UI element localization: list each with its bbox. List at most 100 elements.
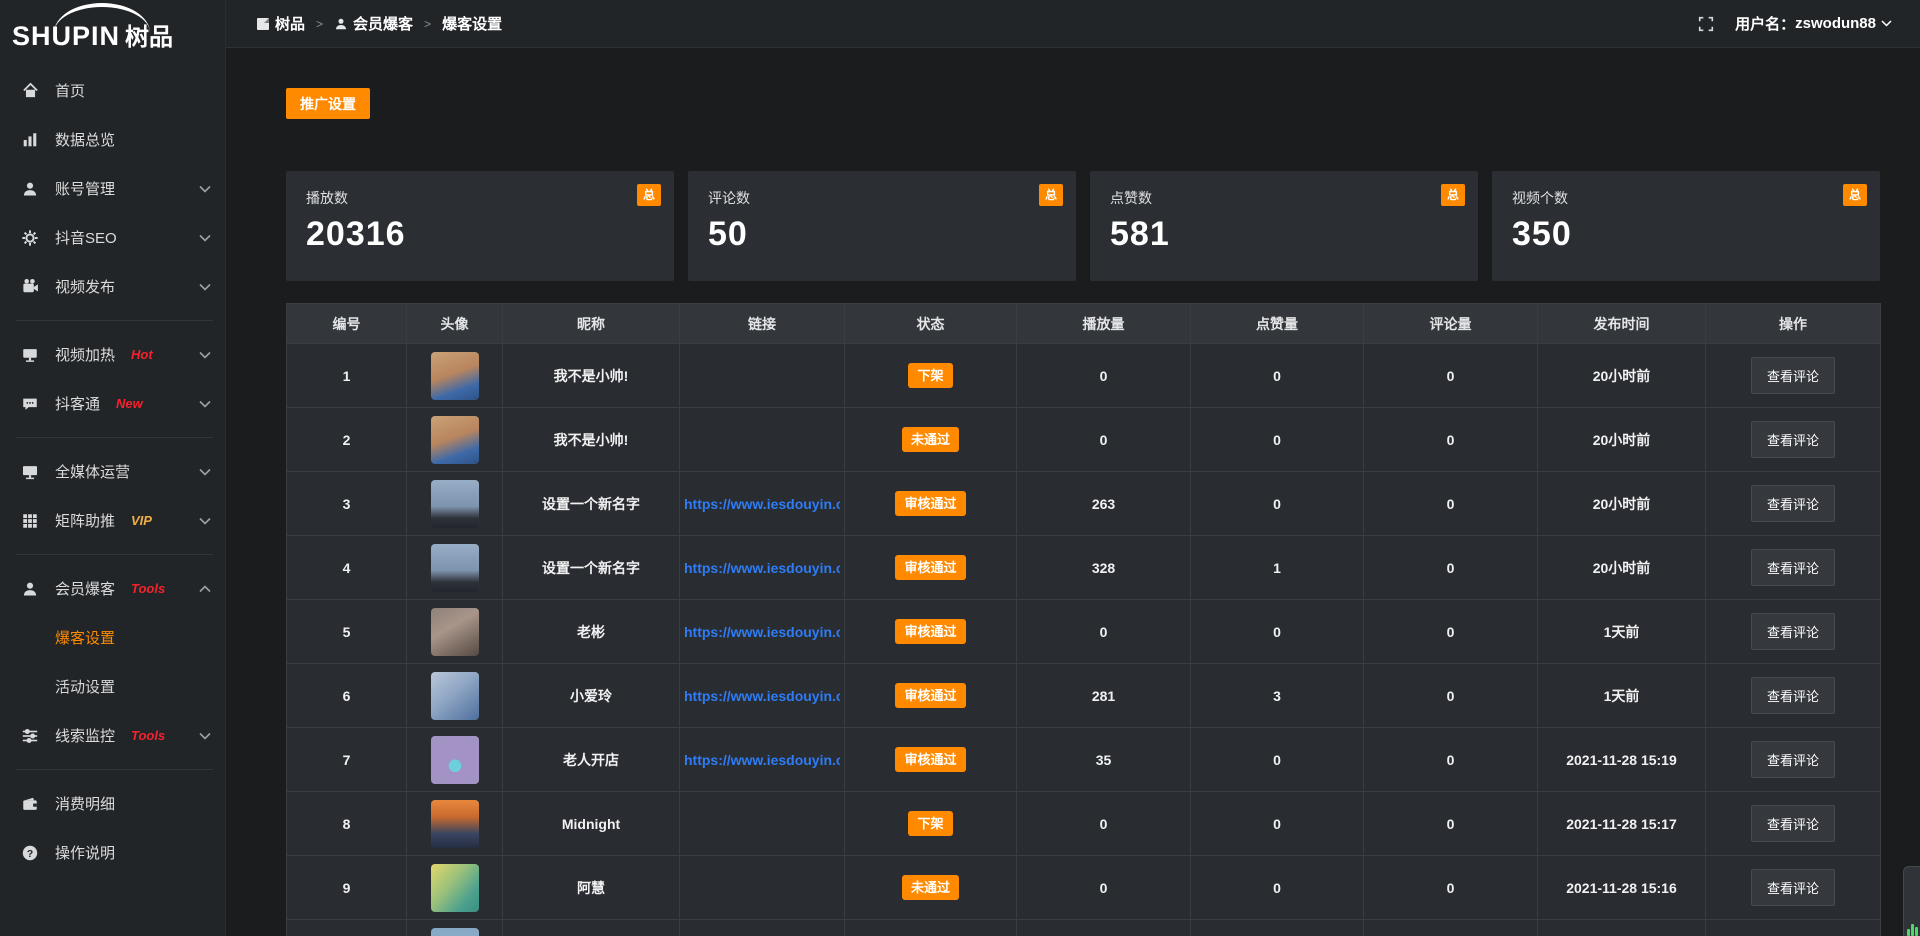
view-comments-button[interactable]: 查看评论 (1751, 869, 1835, 906)
stat-card: 播放数20316总 (286, 171, 674, 281)
user-menu[interactable]: 用户名：zswodun88 (1735, 13, 1892, 34)
cell-id: 1 (287, 344, 407, 408)
cell-comments: 0 (1364, 664, 1538, 728)
view-comments-button[interactable]: 查看评论 (1751, 741, 1835, 778)
videos-table: 编号头像昵称链接状态播放量点赞量评论量发布时间操作 1我不是小帅!下架00020… (286, 303, 1881, 936)
breadcrumb-item-shupin[interactable]: 树品 (256, 13, 305, 34)
view-comments-button[interactable]: 查看评论 (1751, 677, 1835, 714)
cell-nickname: 小爱玲 (503, 664, 680, 728)
table-row: 4设置一个新名字https://www.iesdouyin.c审核通过32810… (287, 536, 1881, 600)
view-comments-button[interactable]: 查看评论 (1751, 357, 1835, 394)
topbar: 树品>会员爆客>爆客设置 用户名：zswodun88 (226, 0, 1920, 48)
cell-comments: 0 (1364, 792, 1538, 856)
user-icon (334, 17, 348, 31)
view-comments-button[interactable]: 查看评论 (1751, 485, 1835, 522)
total-badge: 总 (1441, 184, 1465, 206)
sidebar-item-douketong[interactable]: 抖客通New (0, 379, 225, 428)
sidebar-item-clue-monitor[interactable]: 线索监控Tools (0, 711, 225, 760)
sidebar-item-media-operation[interactable]: 全媒体运营 (0, 447, 225, 496)
status-badge: 审核通过 (895, 747, 965, 772)
cell-likes: 1 (1191, 536, 1364, 600)
cell-plays: 0 (1017, 792, 1191, 856)
app-logo[interactable]: SHUPIN 树品 (0, 0, 225, 56)
cell-id: 2 (287, 408, 407, 472)
breadcrumb-item-member-baoke[interactable]: 会员爆客 (334, 13, 413, 34)
member-icon (20, 579, 40, 599)
cell-action: 查看评论 (1706, 472, 1881, 536)
table-row: 5老彬https://www.iesdouyin.c审核通过0001天前查看评论 (287, 600, 1881, 664)
cell-avatar (407, 728, 503, 792)
cell-avatar (407, 664, 503, 728)
cell-nickname: 老彬 (503, 600, 680, 664)
sidebar-item-data-overview[interactable]: 数据总览 (0, 115, 225, 164)
cell-time: 20小时前 (1538, 408, 1706, 472)
cell-time: 2021-11-28 15:19 (1538, 728, 1706, 792)
fullscreen-icon[interactable] (1697, 15, 1715, 33)
sidebar-item-label: 视频加热 (55, 344, 115, 365)
cell-plays: 35 (1017, 728, 1191, 792)
floating-helper-widget[interactable] (1903, 866, 1920, 936)
sidebar-item-member-baoke[interactable]: 会员爆客Tools (0, 564, 225, 613)
cell-nickname: 老人开店 (503, 728, 680, 792)
cell-link: https://www.iesdouyin.c (680, 472, 845, 536)
total-badge: 总 (1039, 184, 1063, 206)
breadcrumb-separator: > (316, 17, 323, 31)
cell-status: 审核通过 (845, 728, 1017, 792)
column-header: 评论量 (1364, 304, 1538, 344)
cell-time: 1天前 (1538, 664, 1706, 728)
cell-plays: 0 (1017, 600, 1191, 664)
cell-avatar (407, 600, 503, 664)
sidebar-item-tag: VIP (131, 513, 152, 528)
cell-likes: 0 (1191, 408, 1364, 472)
monitor-icon (20, 462, 40, 482)
sidebar-item-matrix-boost[interactable]: 矩阵助推 VIP (0, 496, 225, 545)
cell-id: 9 (287, 856, 407, 920)
sidebar-item-consume-detail[interactable]: 消费明细 (0, 779, 225, 828)
cell-plays: 263 (1017, 472, 1191, 536)
cell-action: 查看评论 (1706, 408, 1881, 472)
view-comments-button[interactable]: 查看评论 (1751, 549, 1835, 586)
view-comments-button[interactable]: 查看评论 (1751, 421, 1835, 458)
cell-link: https://www.iesdouyin.c (680, 600, 845, 664)
video-link[interactable]: https://www.iesdouyin.c (684, 624, 840, 640)
sidebar-item-account-manage[interactable]: 账号管理 (0, 164, 225, 213)
sidebar-item-label: 视频发布 (55, 276, 115, 297)
video-icon (20, 277, 40, 297)
status-badge: 审核通过 (895, 683, 965, 708)
breadcrumb-item-baoke-settings[interactable]: 爆客设置 (442, 13, 502, 34)
column-header: 状态 (845, 304, 1017, 344)
video-link[interactable]: https://www.iesdouyin.c (684, 752, 840, 768)
cell-status: 审核通过 (845, 664, 1017, 728)
stat-card: 视频个数350总 (1492, 171, 1880, 281)
video-link[interactable]: https://www.iesdouyin.c (684, 496, 840, 512)
view-comments-button[interactable]: 查看评论 (1751, 613, 1835, 650)
sidebar-item-douyin-seo[interactable]: 抖音SEO (0, 213, 225, 262)
sidebar-item-home[interactable]: 首页 (0, 66, 225, 115)
status-badge: 未通过 (902, 875, 959, 900)
cell-id (287, 920, 407, 936)
video-link[interactable]: https://www.iesdouyin.c (684, 560, 840, 576)
view-comments-button[interactable]: 查看评论 (1751, 805, 1835, 842)
video-link[interactable]: https://www.iesdouyin.c (684, 688, 840, 704)
chevron-down-icon (199, 351, 211, 359)
cell-time: 20小时前 (1538, 344, 1706, 408)
breadcrumb-label: 爆客设置 (442, 13, 502, 34)
sidebar-subitem-baoke-settings[interactable]: 爆客设置 (0, 613, 225, 662)
sidebar-item-label: 账号管理 (55, 178, 115, 199)
cell-time: 20小时前 (1538, 536, 1706, 600)
avatar (431, 352, 479, 400)
promotion-settings-button[interactable]: 推广设置 (286, 88, 370, 119)
sidebar-item-label: 矩阵助推 (55, 510, 115, 531)
grid-icon (20, 511, 40, 531)
column-header: 编号 (287, 304, 407, 344)
sidebar-item-operation-guide[interactable]: ?操作说明 (0, 828, 225, 877)
cell-avatar (407, 472, 503, 536)
cell-link: https://www.iesdouyin.c (680, 728, 845, 792)
menu-divider (16, 769, 213, 770)
wallet-icon (20, 794, 40, 814)
stat-label: 评论数 (708, 188, 1056, 208)
cell-plays: 328 (1017, 536, 1191, 600)
sidebar-item-video-publish[interactable]: 视频发布 (0, 262, 225, 311)
sidebar-item-video-heat[interactable]: 视频加热Hot (0, 330, 225, 379)
sidebar-subitem-activity-settings[interactable]: 活动设置 (0, 662, 225, 711)
